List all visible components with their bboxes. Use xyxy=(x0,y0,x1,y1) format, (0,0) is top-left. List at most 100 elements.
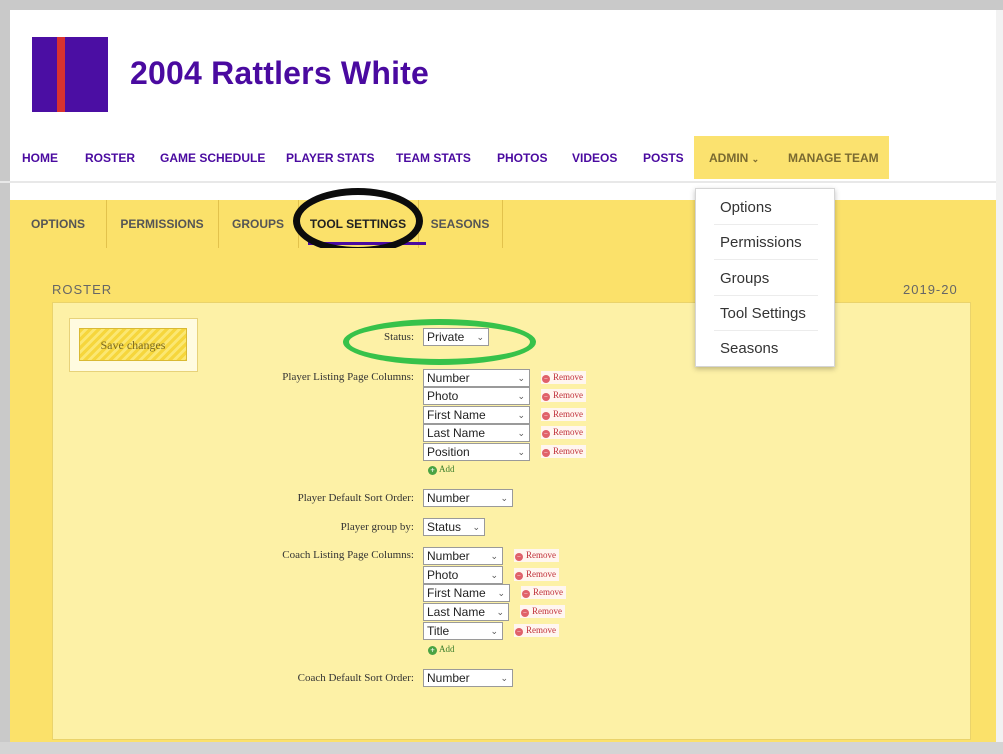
remove-circle-icon: − xyxy=(542,449,550,457)
team-title: 2004 Rattlers White xyxy=(130,55,430,91)
coach-column-value-3: First Name xyxy=(427,586,486,600)
nav-player-stats[interactable]: PLAYER STATS xyxy=(286,151,374,165)
coach-column-select-2[interactable]: Photo ⌄ xyxy=(423,566,503,584)
remove-circle-icon: − xyxy=(515,553,523,561)
add-circle-icon: + xyxy=(428,466,437,475)
remove-label: Remove xyxy=(553,446,583,456)
coach-column-remove-1[interactable]: − Remove xyxy=(514,549,559,562)
player-column-select-2[interactable]: Photo ⌄ xyxy=(423,387,530,405)
chevron-down-icon: ⌄ xyxy=(472,522,480,532)
coach-columns-label: Coach Listing Page Columns: xyxy=(282,549,414,561)
add-label: Add xyxy=(439,464,455,474)
player-column-select-5[interactable]: Position ⌄ xyxy=(423,443,530,461)
remove-circle-icon: − xyxy=(542,393,550,401)
tab-permissions[interactable]: PERMISSIONS xyxy=(106,200,219,248)
chevron-down-icon: ⌄ xyxy=(500,493,508,503)
chevron-down-icon: ⌄ xyxy=(497,588,505,598)
chevron-down-icon: ⌄ xyxy=(490,570,498,580)
chevron-down-icon: ⌄ xyxy=(751,154,760,164)
coach-column-select-1[interactable]: Number ⌄ xyxy=(423,547,503,565)
player-group-select[interactable]: Status ⌄ xyxy=(423,518,485,536)
admin-menu-groups[interactable]: Groups xyxy=(720,270,769,287)
player-column-value-4: Last Name xyxy=(427,426,486,440)
nav-posts[interactable]: POSTS xyxy=(643,151,684,165)
right-border xyxy=(996,10,1003,754)
coach-column-remove-5[interactable]: − Remove xyxy=(514,624,559,637)
player-column-remove-5[interactable]: − Remove xyxy=(541,445,586,458)
annotation-green-oval xyxy=(343,319,536,365)
nav-manage-team[interactable]: MANAGE TEAM xyxy=(788,151,879,165)
coach-sort-label: Coach Default Sort Order: xyxy=(297,672,414,684)
remove-label: Remove xyxy=(553,372,583,382)
admin-dropdown-menu: Options Permissions Groups Tool Settings… xyxy=(695,188,835,367)
nav-home[interactable]: HOME xyxy=(22,151,58,165)
coach-column-value-2: Photo xyxy=(427,568,459,582)
player-column-remove-1[interactable]: − Remove xyxy=(541,371,586,384)
coach-column-remove-2[interactable]: − Remove xyxy=(514,568,559,581)
coach-sort-value: Number xyxy=(427,671,470,685)
chevron-down-icon: ⌄ xyxy=(490,626,498,636)
player-column-remove-2[interactable]: − Remove xyxy=(541,389,586,402)
coach-column-value-4: Last Name xyxy=(427,605,486,619)
player-column-remove-4[interactable]: − Remove xyxy=(541,426,586,439)
tab-options[interactable]: OPTIONS xyxy=(10,200,107,248)
player-group-value: Status xyxy=(427,520,462,534)
chevron-down-icon: ⌄ xyxy=(517,410,525,420)
admin-menu-permissions[interactable]: Permissions xyxy=(720,234,802,251)
coach-column-select-3[interactable]: First Name ⌄ xyxy=(423,584,510,602)
logo-stripe xyxy=(57,37,65,112)
player-column-select-3[interactable]: First Name ⌄ xyxy=(423,406,530,424)
remove-circle-icon: − xyxy=(542,412,550,420)
nav-videos[interactable]: VIDEOS xyxy=(572,151,617,165)
player-sort-label: Player Default Sort Order: xyxy=(297,492,414,504)
left-border xyxy=(0,10,10,754)
remove-circle-icon: − xyxy=(515,572,523,580)
player-column-value-1: Number xyxy=(427,371,470,385)
player-group-label: Player group by: xyxy=(340,521,414,533)
player-column-value-2: Photo xyxy=(427,389,459,403)
main-nav: HOME ROSTER GAME SCHEDULE PLAYER STATS T… xyxy=(0,136,1003,183)
add-circle-icon: + xyxy=(428,646,437,655)
chevron-down-icon: ⌄ xyxy=(517,447,525,457)
chevron-down-icon: ⌄ xyxy=(490,551,498,561)
nav-team-stats[interactable]: TEAM STATS xyxy=(396,151,471,165)
tab-groups[interactable]: GROUPS xyxy=(218,200,299,248)
remove-label: Remove xyxy=(553,390,583,400)
player-column-add[interactable]: + Add xyxy=(428,464,455,475)
player-column-select-4[interactable]: Last Name ⌄ xyxy=(423,424,530,442)
menu-divider xyxy=(714,330,818,331)
nav-photos[interactable]: PHOTOS xyxy=(497,151,547,165)
admin-menu-options[interactable]: Options xyxy=(720,199,772,216)
save-changes-button[interactable]: Save changes xyxy=(79,328,187,361)
player-column-remove-3[interactable]: − Remove xyxy=(541,408,586,421)
chevron-down-icon: ⌄ xyxy=(500,673,508,683)
remove-label: Remove xyxy=(553,409,583,419)
coach-column-add[interactable]: + Add xyxy=(428,644,455,655)
player-sort-select[interactable]: Number ⌄ xyxy=(423,489,513,507)
menu-divider xyxy=(714,224,818,225)
chevron-down-icon: ⌄ xyxy=(517,391,525,401)
player-column-select-1[interactable]: Number ⌄ xyxy=(423,369,530,387)
coach-column-value-1: Number xyxy=(427,549,470,563)
nav-game-schedule[interactable]: GAME SCHEDULE xyxy=(160,151,265,165)
remove-label: Remove xyxy=(526,625,556,635)
coach-column-select-5[interactable]: Title ⌄ xyxy=(423,622,503,640)
page: 2004 Rattlers White HOME ROSTER GAME SCH… xyxy=(0,10,1003,754)
remove-label: Remove xyxy=(533,587,563,597)
coach-sort-select[interactable]: Number ⌄ xyxy=(423,669,513,687)
annotation-black-oval xyxy=(293,188,423,254)
coach-column-remove-3[interactable]: − Remove xyxy=(521,586,566,599)
coach-column-select-4[interactable]: Last Name ⌄ xyxy=(423,603,509,621)
tab-seasons[interactable]: SEASONS xyxy=(418,200,503,248)
admin-menu-tool-settings[interactable]: Tool Settings xyxy=(720,305,806,322)
bottom-border xyxy=(0,742,1003,754)
player-columns-label: Player Listing Page Columns: xyxy=(282,371,414,383)
nav-admin[interactable]: ADMIN ⌄ xyxy=(709,151,759,165)
nav-roster[interactable]: ROSTER xyxy=(85,151,135,165)
player-column-value-3: First Name xyxy=(427,408,486,422)
section-title: ROSTER xyxy=(52,282,113,297)
admin-menu-seasons[interactable]: Seasons xyxy=(720,340,778,357)
chevron-down-icon: ⌄ xyxy=(496,607,504,617)
admin-sub-nav: OPTIONS PERMISSIONS GROUPS TOOL SETTINGS… xyxy=(10,200,1003,248)
coach-column-remove-4[interactable]: − Remove xyxy=(520,605,565,618)
